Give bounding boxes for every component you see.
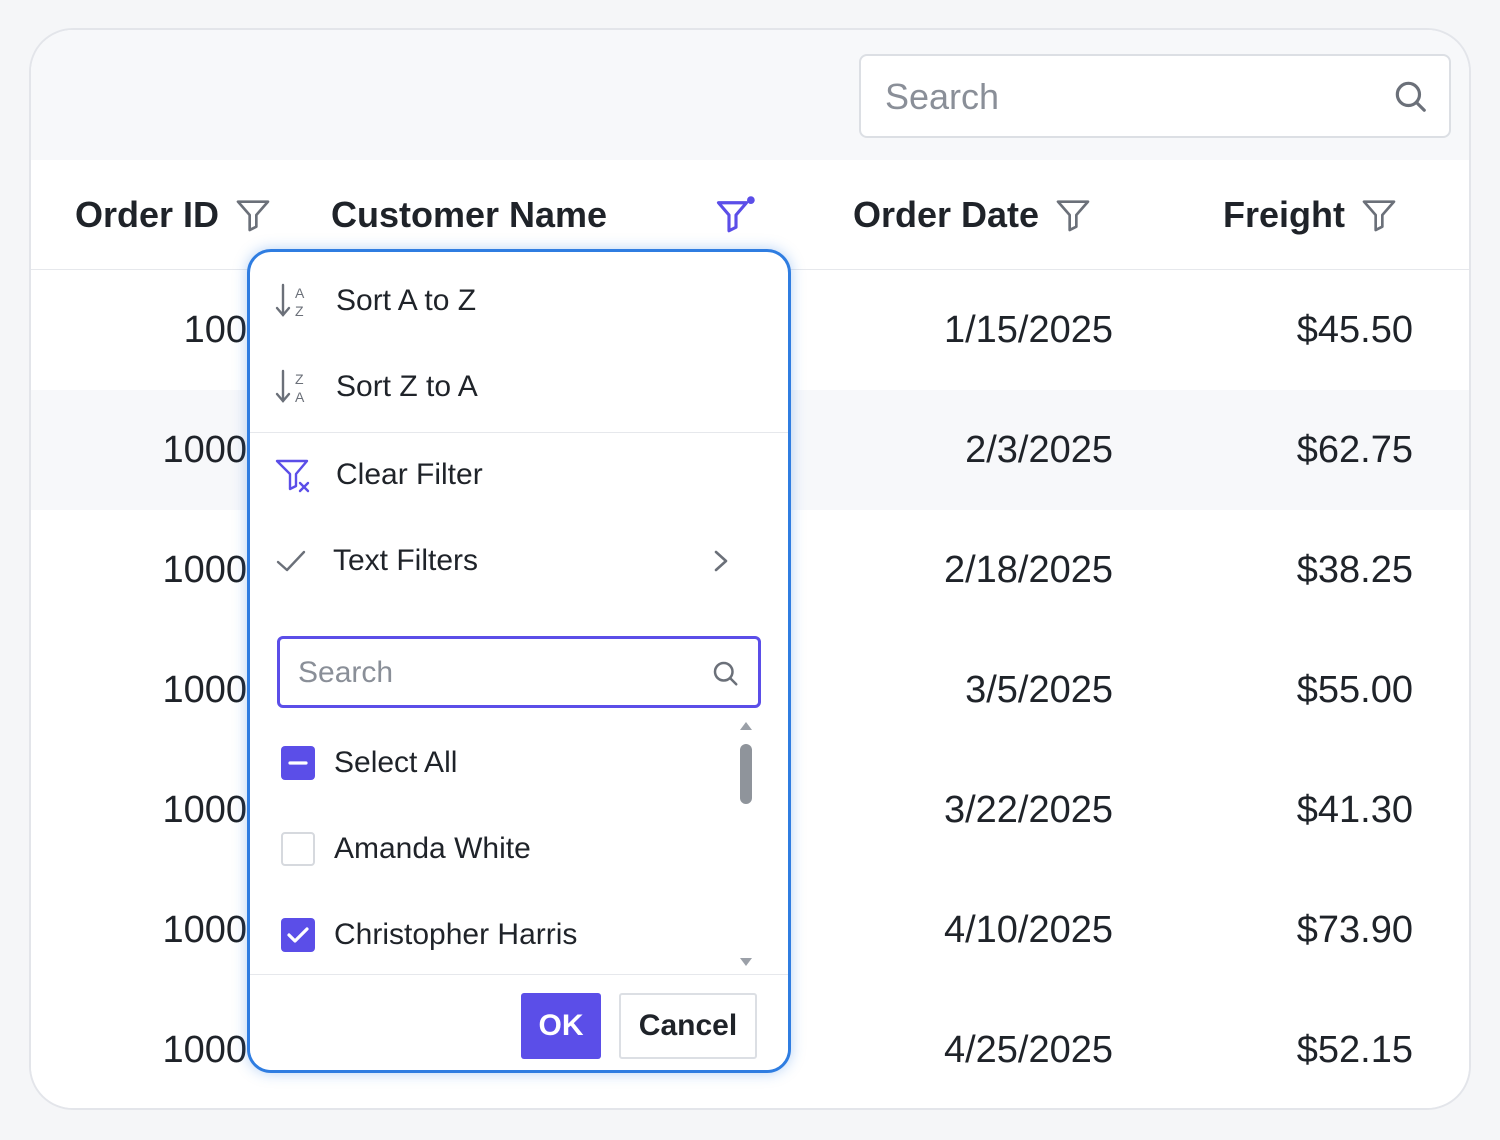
checklist-item-label: Amanda White (334, 832, 531, 865)
column-header-label: Order ID (75, 193, 220, 235)
search-icon[interactable] (710, 658, 740, 688)
order-id-cell: 1000 (162, 668, 247, 711)
checklist-scrollbar[interactable] (740, 722, 756, 972)
order-id-cell: 1000 (162, 908, 247, 951)
popup-footer: OK Cancel (250, 974, 788, 1070)
checked-checkbox[interactable] (281, 918, 315, 952)
minus-icon (288, 761, 308, 765)
grid-toolbar (31, 30, 1469, 161)
freight-cell: $62.75 (1296, 428, 1413, 471)
freight-cell: $52.15 (1296, 1028, 1413, 1071)
column-header-order-date[interactable]: Order Date (853, 160, 1093, 269)
sort-ascending-icon: A Z (275, 283, 305, 319)
check-icon (276, 550, 306, 572)
freight-cell: $45.50 (1296, 308, 1413, 351)
clear-filter-icon (275, 459, 310, 493)
checklist-item-label: Christopher Harris (334, 918, 578, 951)
column-header-freight[interactable]: Freight (1223, 160, 1399, 269)
menu-item-label: Sort Z to A (336, 370, 478, 403)
column-header-label: Order Date (853, 193, 1040, 235)
menu-item-label: Sort A to Z (336, 284, 477, 317)
filter-popup: A Z Sort A to Z Z A Sort Z to A Clear Fi… (247, 249, 791, 1073)
menu-item-label: Text Filters (333, 544, 479, 577)
filter-icon[interactable] (1053, 195, 1093, 235)
column-header-label: Freight (1223, 193, 1345, 235)
menu-item-sort-a-to-z[interactable]: A Z Sort A to Z (250, 258, 788, 344)
checklist-item-label: Select All (334, 746, 458, 779)
scroll-up-arrow-icon[interactable] (740, 722, 752, 730)
cancel-button[interactable]: Cancel (619, 993, 757, 1059)
order-date-cell: 3/22/2025 (943, 788, 1113, 831)
order-id-cell: 1000 (162, 788, 247, 831)
menu-item-sort-z-to-a[interactable]: Z A Sort Z to A (250, 344, 788, 430)
svg-text:A: A (295, 389, 305, 405)
freight-cell: $73.90 (1296, 908, 1413, 951)
filter-icon[interactable] (233, 195, 273, 235)
order-date-cell: 4/25/2025 (943, 1028, 1113, 1071)
sort-descending-icon: Z A (275, 369, 305, 405)
order-id-cell: 1000 (162, 428, 247, 471)
menu-item-label: Clear Filter (336, 458, 483, 491)
svg-text:A: A (295, 285, 305, 301)
svg-text:Z: Z (295, 303, 304, 319)
filter-active-icon[interactable] (715, 194, 757, 236)
freight-cell: $41.30 (1296, 788, 1413, 831)
popup-search-input[interactable] (296, 639, 700, 707)
scroll-down-arrow-icon[interactable] (740, 958, 752, 966)
menu-item-clear-filter[interactable]: Clear Filter (250, 432, 788, 518)
order-id-cell: 1000 (162, 1028, 247, 1071)
checklist-item-select-all[interactable]: Select All (250, 720, 730, 806)
order-date-cell: 2/18/2025 (943, 548, 1113, 591)
chevron-right-icon (714, 550, 728, 572)
column-header-order-id[interactable]: Order ID (75, 160, 273, 269)
popup-search-box[interactable] (277, 636, 761, 708)
checklist-item[interactable]: Amanda White (250, 806, 730, 892)
checkmark-icon (287, 927, 309, 943)
unchecked-checkbox[interactable] (281, 832, 315, 866)
ok-button[interactable]: OK (521, 993, 601, 1059)
order-date-cell: 1/15/2025 (943, 308, 1113, 351)
order-date-cell: 4/10/2025 (943, 908, 1113, 951)
filter-icon[interactable] (1359, 195, 1399, 235)
order-id-cell: 1000 (162, 548, 247, 591)
freight-cell: $38.25 (1296, 548, 1413, 591)
menu-item-text-filters[interactable]: Text Filters (250, 518, 788, 604)
toolbar-search-input[interactable] (883, 56, 1367, 138)
indeterminate-checkbox[interactable] (281, 746, 315, 780)
toolbar-search-box[interactable] (859, 54, 1451, 138)
order-id-cell: 100 (183, 308, 247, 351)
search-icon[interactable] (1391, 77, 1429, 115)
freight-cell: $55.00 (1296, 668, 1413, 711)
svg-text:Z: Z (295, 371, 304, 387)
scrollbar-thumb[interactable] (740, 744, 752, 804)
checklist-item[interactable]: Christopher Harris (250, 892, 730, 978)
order-date-cell: 3/5/2025 (965, 668, 1113, 711)
order-date-cell: 2/3/2025 (965, 428, 1113, 471)
column-header-label: Customer Name (331, 193, 608, 235)
